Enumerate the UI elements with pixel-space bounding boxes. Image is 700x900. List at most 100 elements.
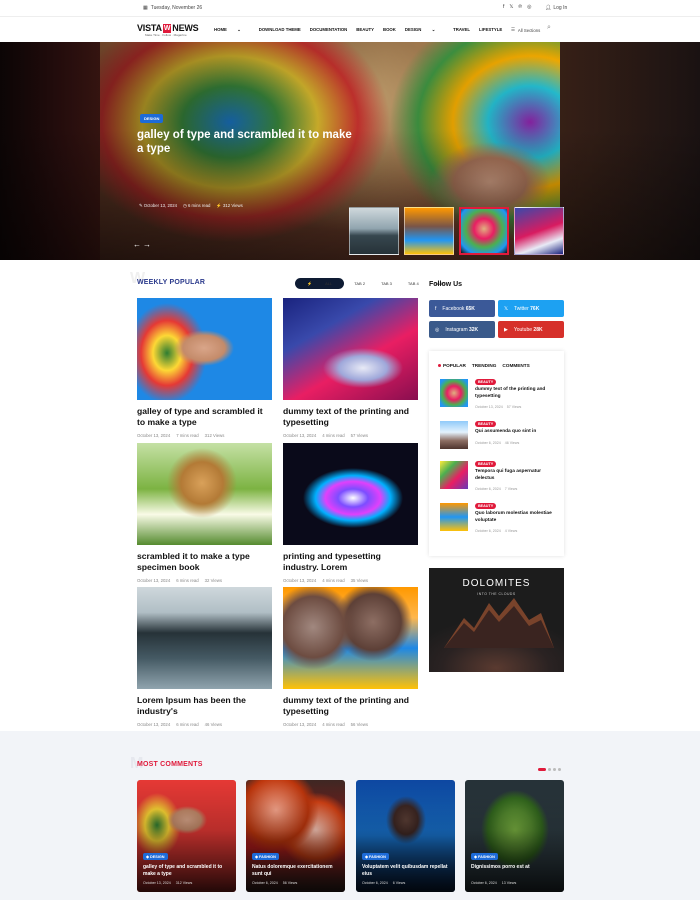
article-card[interactable]: printing and typesetting industry. Lorem… — [283, 443, 418, 583]
tab-popular[interactable]: POPULAR — [438, 363, 466, 368]
article-card[interactable]: galley of type and scrambled it to make … — [137, 298, 272, 438]
article-card[interactable]: Lorem Ipsum has been the industry's Octo… — [137, 587, 272, 727]
tab-trending[interactable]: TRENDING — [472, 363, 496, 368]
carousel-dot[interactable] — [548, 768, 551, 771]
tab-comments[interactable]: COMMENTS — [502, 363, 529, 368]
tab-all[interactable]: ⚡ ALL — [295, 278, 345, 289]
popular-date: October 6, 2024 — [475, 487, 501, 491]
popular-item[interactable]: BEAUTY dummy text of the printing and ty… — [440, 379, 560, 413]
nav-item-download-theme[interactable]: DOWNLOAD THEME — [259, 27, 301, 33]
login-label: Log In — [553, 5, 568, 11]
instagram-button[interactable]: ◎ Instagram 32K — [429, 321, 495, 338]
article-views: 57 Views — [350, 433, 369, 438]
card-category-badge[interactable]: ◆ DESIGN — [143, 853, 168, 860]
card-category-badge[interactable]: ◆ FASHION — [362, 853, 389, 860]
nav-item-design[interactable]: DESIGN ⌄ — [405, 27, 444, 33]
article-title[interactable]: galley of type and scrambled it to make … — [137, 406, 272, 428]
all-sections-button[interactable]: ☰ All Sections — [511, 27, 540, 33]
hero-thumb-painted-hands[interactable] — [459, 207, 509, 255]
article-image[interactable] — [137, 443, 272, 545]
article-title[interactable]: printing and typesetting industry. Lorem — [283, 551, 418, 573]
nav-item-travel[interactable]: TRAVEL — [453, 27, 470, 33]
card-title[interactable]: Voluptatem velit quibusdam repellat eius — [362, 864, 452, 878]
popular-thumb[interactable] — [440, 421, 468, 449]
hero-views-text: 312 Views — [222, 203, 243, 208]
card-views: 312 Views — [175, 881, 193, 885]
card-title[interactable]: Natus doloremque exercitationem sunt qui — [252, 864, 342, 878]
article-title[interactable]: scrambled it to make a type specimen boo… — [137, 551, 272, 573]
card-meta: October 6, 2024 13 Views — [471, 881, 516, 885]
facebook-icon[interactable]: f — [503, 4, 504, 10]
comment-card[interactable]: ◆ FASHION Voluptatem velit quibusdam rep… — [356, 780, 455, 892]
instagram-icon[interactable]: ◎ — [527, 4, 531, 10]
carousel-dot[interactable] — [538, 768, 546, 771]
hero-thumb-penguins[interactable] — [349, 207, 399, 255]
popular-thumb[interactable] — [440, 379, 468, 407]
hero-thumb-kids[interactable] — [404, 207, 454, 255]
hero-date-text: October 13, 2024 — [143, 203, 178, 208]
search-icon[interactable]: ⌕ — [547, 24, 551, 32]
popular-title[interactable]: Qui assumenda quo sint in — [475, 429, 561, 436]
popular-title[interactable]: dummy text of the printing and typesetti… — [475, 387, 561, 400]
popular-category-badge[interactable]: BEAUTY — [475, 421, 497, 427]
card-date: October 13, 2024 — [143, 881, 171, 885]
article-card[interactable]: dummy text of the printing and typesetti… — [283, 298, 418, 438]
nav-item-book[interactable]: BOOK — [383, 27, 396, 33]
popular-tabs: POPULAR TRENDING COMMENTS — [438, 363, 530, 368]
popular-category-badge[interactable]: BEAUTY — [475, 379, 497, 385]
popular-category-badge[interactable]: BEAUTY — [475, 461, 497, 467]
carousel-dot[interactable] — [558, 768, 561, 771]
most-comments-section — [0, 731, 700, 900]
popular-title[interactable]: Quo laborum molestias molestiae voluptat… — [475, 511, 561, 524]
card-category-badge[interactable]: ◆ FASHION — [471, 853, 498, 860]
article-image[interactable] — [137, 298, 272, 400]
dolomites-ad-banner[interactable]: DOLOMITES INTO THE CLOUDS — [429, 568, 564, 672]
logo-text-vista: VISTA — [137, 23, 162, 33]
article-title[interactable]: Lorem Ipsum has been the industry's — [137, 695, 272, 717]
comment-card[interactable]: ◆ FASHION Natus doloremque exercitatione… — [246, 780, 345, 892]
category-label: DESIGN — [149, 855, 165, 859]
popular-views: 7 Views — [504, 487, 518, 491]
article-title[interactable]: dummy text of the printing and typesetti… — [283, 695, 418, 717]
comment-card[interactable]: ◆ FASHION Dignissimos porro est at Octob… — [465, 780, 564, 892]
popular-item[interactable]: BEAUTY Quo laborum molestias molestiae v… — [440, 503, 560, 537]
site-logo[interactable]: VISTA W NEWS — [137, 23, 199, 33]
hero-thumb-car[interactable] — [514, 207, 564, 255]
popular-item[interactable]: BEAUTY Tempora qui fuga aspernatur delec… — [440, 461, 560, 495]
article-card[interactable]: scrambled it to make a type specimen boo… — [137, 443, 272, 583]
tab-2[interactable]: TAB 2 — [348, 278, 371, 289]
tab-3[interactable]: TAB 3 — [375, 278, 398, 289]
popular-category-badge[interactable]: BEAUTY — [475, 503, 497, 509]
hero-title[interactable]: galley of type and scrambled it to make … — [137, 128, 357, 156]
popular-title[interactable]: Tempora qui fuga aspernatur delectus — [475, 469, 561, 482]
article-image[interactable] — [137, 587, 272, 689]
facebook-button[interactable]: f Facebook 65K — [429, 300, 495, 317]
nav-item-home[interactable]: HOME ⌄ — [214, 27, 250, 33]
popular-item[interactable]: BEAUTY Qui assumenda quo sint in October… — [440, 421, 560, 455]
twitter-button[interactable]: 𝕏 Twitter 76K — [498, 300, 564, 317]
login-link[interactable]: 👤︎ Log In — [545, 5, 567, 11]
tab-label: ALL — [325, 281, 333, 286]
article-image[interactable] — [283, 443, 418, 545]
youtube-button[interactable]: ▶ Youtube 28K — [498, 321, 564, 338]
hero-category-badge[interactable]: DESIGN — [140, 114, 164, 123]
tab-4[interactable]: TAB 4 — [402, 278, 425, 289]
carousel-dot[interactable] — [553, 768, 556, 771]
article-title[interactable]: dummy text of the printing and typesetti… — [283, 406, 418, 428]
comment-card[interactable]: ◆ DESIGN galley of type and scrambled it… — [137, 780, 236, 892]
article-image[interactable] — [283, 587, 418, 689]
article-meta: October 13, 2024 7 mins read 312 Views — [137, 433, 272, 438]
card-category-badge[interactable]: ◆ FASHION — [252, 853, 279, 860]
nav-item-beauty[interactable]: BEAUTY — [356, 27, 374, 33]
x-twitter-icon[interactable]: 𝕏 — [509, 4, 513, 10]
article-image[interactable] — [283, 298, 418, 400]
nav-item-documentation[interactable]: DOCUMENTATION — [310, 27, 348, 33]
nav-item-lifestyle[interactable]: LIFESTYLE — [479, 27, 502, 33]
card-title[interactable]: galley of type and scrambled it to make … — [143, 864, 233, 878]
pinterest-icon[interactable]: ℗ — [518, 4, 522, 10]
card-title[interactable]: Dignissimos porro est at — [471, 864, 561, 871]
hero-views: ⚡ 312 Views — [216, 203, 243, 208]
popular-thumb[interactable] — [440, 503, 468, 531]
popular-thumb[interactable] — [440, 461, 468, 489]
article-card[interactable]: dummy text of the printing and typesetti… — [283, 587, 418, 727]
